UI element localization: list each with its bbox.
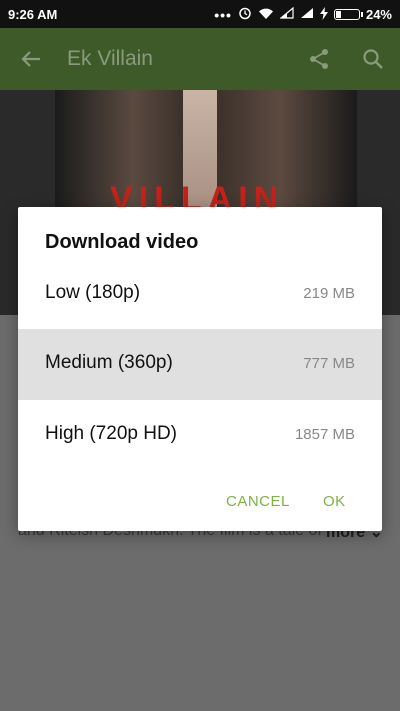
option-label: Medium (360p)	[45, 352, 173, 373]
status-bar: 9:26 AM ••• 24%	[0, 0, 400, 28]
back-arrow-icon[interactable]	[20, 48, 42, 75]
option-high[interactable]: High (720p HD) 1857 MB	[18, 400, 382, 471]
option-size: 219 MB	[303, 285, 355, 302]
share-icon[interactable]	[308, 48, 330, 75]
signal-icon	[279, 6, 294, 22]
download-dialog: Download video Low (180p) 219 MB Medium …	[18, 207, 382, 531]
option-medium[interactable]: Medium (360p) 777 MB	[18, 329, 382, 400]
dialog-title: Download video	[45, 231, 199, 253]
signal-icon-2	[300, 7, 314, 22]
option-label: Low (180p)	[45, 282, 141, 303]
ok-button[interactable]: OK	[323, 493, 346, 510]
battery-icon	[333, 9, 363, 20]
option-size: 777 MB	[303, 355, 355, 372]
wifi-icon	[258, 7, 274, 23]
search-icon[interactable]	[362, 48, 384, 75]
notification-dots-icon: •••	[214, 6, 232, 23]
option-label: High (720p HD)	[45, 423, 177, 444]
alarm-icon	[238, 6, 252, 23]
page-title: Ek Villain	[67, 47, 153, 70]
option-low[interactable]: Low (180p) 219 MB	[18, 259, 382, 330]
battery-percent: 24%	[365, 7, 392, 22]
status-time: 9:26 AM	[8, 7, 58, 22]
cancel-button[interactable]: CANCEL	[226, 493, 290, 510]
option-size: 1857 MB	[294, 426, 355, 443]
status-icons: ••• 24%	[214, 6, 392, 23]
charging-icon	[319, 6, 328, 23]
app-bar: Ek Villain	[0, 28, 400, 90]
